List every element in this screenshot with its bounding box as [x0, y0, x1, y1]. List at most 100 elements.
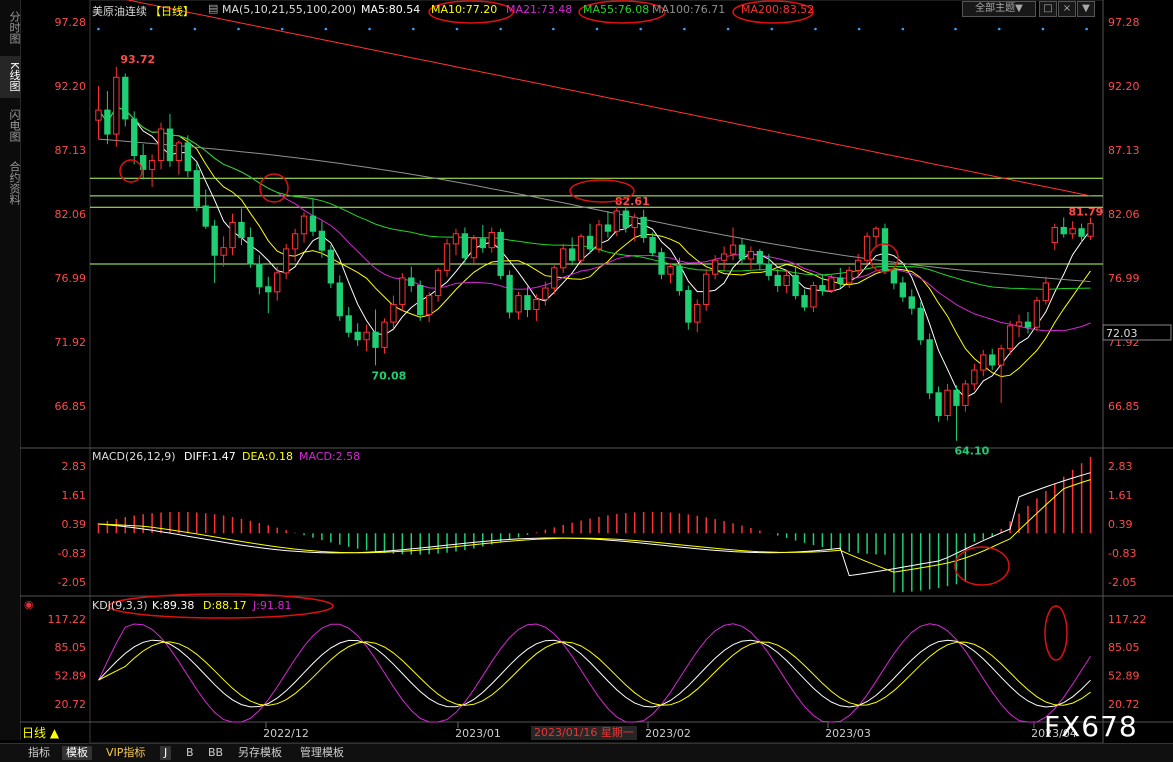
- candle-body: [756, 250, 764, 265]
- kdj-settings-icon[interactable]: ◉: [24, 598, 34, 611]
- ma200-value: MA200:83.52: [741, 3, 815, 16]
- price-axis-right: 97.28: [1108, 16, 1140, 29]
- candle-body: [256, 263, 263, 288]
- kdj-axis-left: 20.72: [55, 698, 87, 711]
- event-dot: [857, 27, 861, 31]
- tab-template[interactable]: 模板: [62, 746, 92, 760]
- candle-body: [238, 221, 245, 239]
- candle-body: [774, 274, 781, 287]
- macd-panel: [97, 456, 1092, 593]
- tab-indicator[interactable]: 指标: [24, 746, 54, 760]
- candle-body: [229, 221, 236, 249]
- date-axis-label: 2023/01: [455, 727, 501, 740]
- candle-body: [881, 228, 889, 271]
- event-dot: [280, 27, 284, 31]
- candle-body: [676, 266, 683, 292]
- date-axis-label: 2022/12: [263, 727, 309, 740]
- kdj-k: K:89.38: [152, 599, 195, 612]
- macd-axis-left: 0.39: [62, 518, 87, 531]
- price-axis-right: 87.13: [1108, 144, 1140, 157]
- event-dot: [237, 27, 240, 31]
- macd-axis-right: -2.05: [1108, 576, 1136, 589]
- price-axis-left: 97.28: [55, 16, 87, 29]
- candle-body: [738, 244, 746, 260]
- kdj-axis-right: 52.89: [1108, 669, 1140, 682]
- chart-frame: [20, 0, 1173, 744]
- candle-body: [131, 118, 138, 157]
- close-icon[interactable]: ×: [1058, 1, 1076, 17]
- candle-body: [613, 210, 621, 232]
- kdj-axis-left: 117.22: [48, 613, 87, 626]
- candle-body: [711, 259, 719, 275]
- candle-body: [95, 109, 102, 121]
- price-marker: 72.03: [1106, 327, 1138, 340]
- candle-body: [291, 233, 299, 250]
- macd-name: MACD(26,12,9): [92, 450, 176, 463]
- candle-body: [443, 243, 451, 271]
- event-dot: [814, 27, 817, 31]
- macd-diff: DIFF:1.47: [184, 450, 236, 463]
- ma-settings-icon[interactable]: ▤: [208, 2, 218, 15]
- candle-body: [801, 295, 808, 308]
- kdj-j: J:91.81: [253, 599, 292, 612]
- macd-axis-left: 2.83: [62, 460, 87, 473]
- theme-selector[interactable]: 全部主题▼: [962, 1, 1036, 17]
- candle-body: [810, 285, 817, 308]
- price-axis-right: 82.06: [1108, 208, 1140, 221]
- event-dot: [954, 27, 957, 31]
- candle-body: [193, 170, 200, 207]
- macd-axis-right: 1.61: [1108, 489, 1133, 502]
- candle-body: [515, 295, 522, 313]
- price-axis-left: 71.92: [55, 336, 87, 349]
- kdj-axis-left: 85.05: [55, 641, 87, 654]
- kdj-axis-right: 20.72: [1108, 698, 1140, 711]
- event-dot: [595, 27, 599, 31]
- candle-body: [354, 331, 361, 341]
- kdj-d: D:88.17: [203, 599, 247, 612]
- period-switch[interactable]: 日线 ▲: [22, 726, 82, 740]
- candle-body: [703, 273, 710, 305]
- crosshair-date: 2023/01/16 星期一: [531, 726, 637, 740]
- tab-bb[interactable]: BB: [204, 746, 227, 760]
- chart-canvas[interactable]: 93.72 70.08 82.61 64.10 81.79 97.28 97.28 92.20…: [0, 0, 1173, 761]
- candle-body: [1069, 228, 1076, 235]
- kdj-axis-left: 52.89: [55, 669, 87, 682]
- candle-body: [1024, 321, 1032, 328]
- ma55-value: MA55:76.08: [583, 3, 650, 16]
- candle-body: [989, 354, 996, 366]
- macd-value: MACD:2.58: [299, 450, 361, 463]
- trading-chart-app: 分时图 K线图 闪电图 合约资料 93.72 70.08 82.61 64.10 81.…: [0, 0, 1173, 762]
- candle-body: [1033, 300, 1041, 328]
- event-dot: [499, 27, 502, 31]
- candle-body: [390, 303, 397, 323]
- chevron-down-icon[interactable]: ▼: [1077, 1, 1095, 17]
- tab-save-template[interactable]: 另存模板: [234, 746, 286, 760]
- candle-body: [461, 233, 469, 259]
- candle-body: [1051, 226, 1058, 244]
- candle-body: [184, 142, 192, 172]
- kdj-panel: [98, 623, 1091, 723]
- candle-body: [747, 250, 755, 260]
- price-axis-left: 66.85: [55, 400, 87, 413]
- price-axis-left: 82.06: [55, 208, 87, 221]
- candle-body: [640, 216, 647, 239]
- maximize-icon[interactable]: □: [1039, 1, 1057, 17]
- label-high: 93.72: [120, 53, 155, 66]
- candle-body: [327, 249, 335, 284]
- tab-j[interactable]: J: [160, 746, 172, 760]
- ma21-line: [98, 106, 1091, 332]
- tab-vip-indicator[interactable]: VIP指标: [102, 746, 149, 760]
- event-dot: [411, 27, 415, 31]
- candle-body: [479, 238, 486, 249]
- tab-b[interactable]: B: [182, 746, 198, 760]
- event-dot: [639, 27, 643, 31]
- candle-body: [408, 277, 415, 287]
- price-axis-left: 92.20: [55, 80, 87, 93]
- event-dot: [997, 27, 1001, 31]
- event-dot: [726, 27, 730, 31]
- kdj-k-line: [98, 639, 1091, 708]
- candle-body: [971, 369, 978, 385]
- tab-manage-template[interactable]: 管理模板: [296, 746, 348, 760]
- candle-body: [980, 354, 987, 371]
- kdj-d-line: [98, 641, 1091, 706]
